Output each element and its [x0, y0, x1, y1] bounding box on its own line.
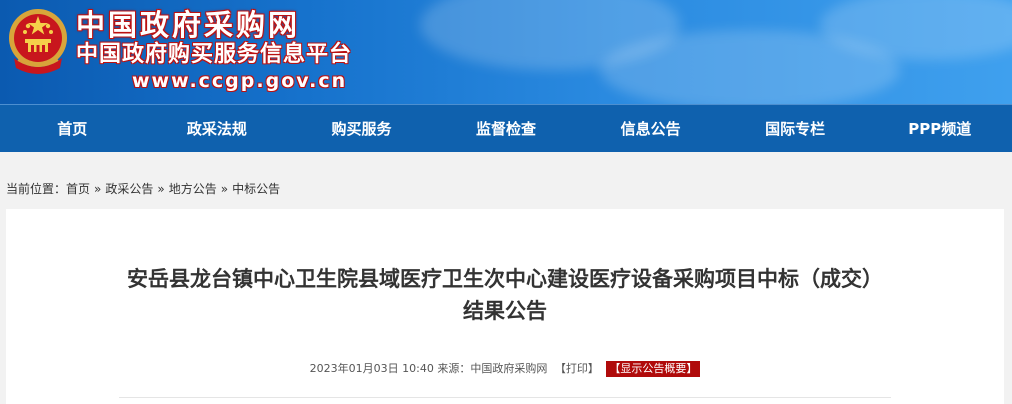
nav-item-home[interactable]: 首页: [0, 105, 145, 153]
breadcrumb: 当前位置：首页» 政采公告» 地方公告» 中标公告: [6, 180, 280, 197]
site-title: 中国政府采购网: [76, 8, 301, 42]
article-source-label: 来源：: [437, 362, 471, 375]
nav-item-announcements[interactable]: 信息公告: [578, 105, 723, 153]
breadcrumb-link-announcements[interactable]: 政采公告: [105, 182, 153, 196]
nav-item-supervision[interactable]: 监督检查: [434, 105, 579, 153]
show-summary-button[interactable]: 【显示公告概要】: [606, 361, 701, 377]
site-url: www.ccgp.gov.cn: [132, 70, 348, 92]
site-subtitle: 中国政府购买服务信息平台: [76, 42, 353, 67]
nav-item-international[interactable]: 国际专栏: [723, 105, 868, 153]
site-header: 中国政府采购网 中国政府购买服务信息平台 www.ccgp.gov.cn: [0, 0, 1012, 104]
nav-item-ppp[interactable]: PPP频道: [867, 105, 1012, 153]
article-title-line1: 安岳县龙台镇中心卫生院县域医疗卫生次中心建设医疗设备采购项目中标（成交）: [127, 267, 883, 291]
article-datetime: 2023年01月03日 10:40: [309, 362, 434, 375]
breadcrumb-separator: »: [94, 182, 102, 196]
national-emblem-icon: [9, 9, 67, 74]
article-card: 安岳县龙台镇中心卫生院县域医疗卫生次中心建设医疗设备采购项目中标（成交） 结果公…: [6, 209, 1004, 404]
article-title-line2: 结果公告: [463, 299, 547, 323]
print-button[interactable]: 【打印】: [555, 362, 599, 375]
breadcrumb-prefix: 当前位置：: [6, 182, 67, 196]
nav-item-regulations[interactable]: 政采法规: [145, 105, 290, 153]
nav-item-purchase-services[interactable]: 购买服务: [289, 105, 434, 153]
breadcrumb-separator: »: [157, 182, 165, 196]
article-source: 中国政府采购网: [470, 362, 548, 375]
article-title: 安岳县龙台镇中心卫生院县域医疗卫生次中心建设医疗设备采购项目中标（成交） 结果公…: [6, 263, 1004, 327]
main-nav: 首页 政采法规 购买服务 监督检查 信息公告 国际专栏 PPP频道: [0, 104, 1012, 152]
breadcrumb-link-local[interactable]: 地方公告: [169, 182, 217, 196]
site-brand[interactable]: 中国政府采购网 中国政府购买服务信息平台 www.ccgp.gov.cn: [76, 8, 352, 94]
breadcrumb-separator: »: [220, 182, 229, 196]
breadcrumb-link-home[interactable]: 首页: [66, 182, 90, 196]
divider: [119, 397, 891, 398]
breadcrumb-link-award[interactable]: 中标公告: [232, 182, 280, 196]
article-meta: 2023年01月03日 10:40 来源：中国政府采购网 【打印】 【显示公告概…: [6, 361, 1004, 377]
